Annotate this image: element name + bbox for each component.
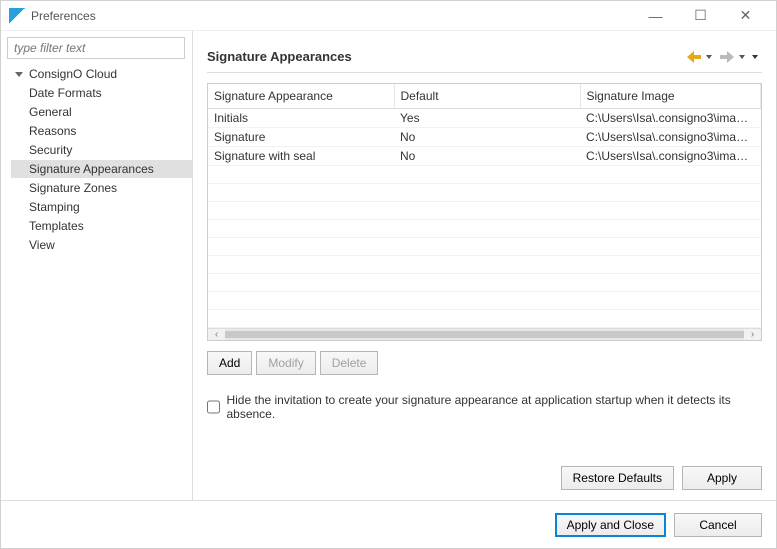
sidebar-item-label: General bbox=[29, 105, 72, 119]
hide-invitation-checkbox[interactable] bbox=[207, 400, 220, 414]
sidebar-item-label: Reasons bbox=[29, 124, 76, 138]
col-header-name[interactable]: Signature Appearance bbox=[208, 84, 394, 108]
back-menu-caret-icon[interactable] bbox=[706, 55, 712, 59]
panel-bottom-buttons: Restore Defaults Apply bbox=[207, 456, 762, 490]
cell-name: Signature bbox=[208, 127, 394, 146]
cancel-button[interactable]: Cancel bbox=[674, 513, 762, 537]
appearances-table: Signature Appearance Default Signature I… bbox=[207, 83, 762, 341]
close-button[interactable]: ✕ bbox=[723, 1, 768, 31]
scroll-thumb[interactable] bbox=[225, 331, 744, 339]
sidebar-item-label: ConsignO Cloud bbox=[29, 67, 117, 81]
sidebar-item-label: Security bbox=[29, 143, 72, 157]
apply-and-close-button[interactable]: Apply and Close bbox=[555, 513, 666, 537]
scroll-track[interactable] bbox=[225, 329, 744, 341]
sidebar-item-view[interactable]: View bbox=[11, 236, 192, 254]
cell-image: C:\Users\Isa\.consigno3\image... bbox=[580, 146, 761, 165]
preferences-sidebar: ConsignO Cloud Date Formats General Reas… bbox=[1, 31, 193, 500]
sidebar-item-label: Date Formats bbox=[29, 86, 102, 100]
delete-button[interactable]: Delete bbox=[320, 351, 379, 375]
table-row[interactable]: Signature with seal No C:\Users\Isa\.con… bbox=[208, 146, 761, 165]
sidebar-item-label: Signature Appearances bbox=[29, 162, 154, 176]
filter-input[interactable] bbox=[7, 37, 185, 59]
app-icon bbox=[9, 8, 25, 24]
add-button[interactable]: Add bbox=[207, 351, 252, 375]
dialog-footer: Apply and Close Cancel bbox=[1, 500, 776, 548]
sidebar-item-label: View bbox=[29, 238, 55, 252]
hide-invitation-row: Hide the invitation to create your signa… bbox=[207, 393, 762, 421]
preferences-tree: ConsignO Cloud Date Formats General Reas… bbox=[7, 65, 192, 494]
sidebar-item-date-formats[interactable]: Date Formats bbox=[11, 84, 192, 102]
cell-default: Yes bbox=[394, 108, 580, 127]
sidebar-item-templates[interactable]: Templates bbox=[11, 217, 192, 235]
back-icon[interactable] bbox=[685, 49, 703, 65]
cell-default: No bbox=[394, 146, 580, 165]
sidebar-item-label: Signature Zones bbox=[29, 181, 117, 195]
scroll-left-icon[interactable]: ‹ bbox=[208, 329, 225, 341]
cell-name: Initials bbox=[208, 108, 394, 127]
sidebar-item-signature-zones[interactable]: Signature Zones bbox=[11, 179, 192, 197]
sidebar-item-security[interactable]: Security bbox=[11, 141, 192, 159]
hide-invitation-label: Hide the invitation to create your signa… bbox=[226, 393, 762, 421]
window-title: Preferences bbox=[31, 9, 96, 23]
panel-header: Signature Appearances bbox=[207, 41, 762, 73]
forward-icon[interactable] bbox=[718, 49, 736, 65]
table-row[interactable]: Initials Yes C:\Users\Isa\.consigno3\ima… bbox=[208, 108, 761, 127]
restore-defaults-button[interactable]: Restore Defaults bbox=[561, 466, 674, 490]
table-buttons: Add Modify Delete bbox=[207, 351, 762, 375]
cell-image: C:\Users\Isa\.consigno3\image... bbox=[580, 127, 761, 146]
apply-button[interactable]: Apply bbox=[682, 466, 762, 490]
view-menu-caret-icon[interactable] bbox=[752, 55, 758, 59]
sidebar-item-label: Templates bbox=[29, 219, 84, 233]
table-header-row: Signature Appearance Default Signature I… bbox=[208, 84, 761, 108]
titlebar: Preferences — ☐ ✕ bbox=[1, 1, 776, 31]
table-row[interactable]: Signature No C:\Users\Isa\.consigno3\ima… bbox=[208, 127, 761, 146]
sidebar-item-label: Stamping bbox=[29, 200, 80, 214]
expand-icon bbox=[15, 72, 23, 77]
forward-menu-caret-icon[interactable] bbox=[739, 55, 745, 59]
modify-button[interactable]: Modify bbox=[256, 351, 315, 375]
scroll-right-icon[interactable]: › bbox=[744, 329, 761, 341]
panel: Signature Appearances Signature Appea bbox=[193, 31, 776, 500]
empty-rows bbox=[208, 166, 761, 328]
sidebar-item-stamping[interactable]: Stamping bbox=[11, 198, 192, 216]
sidebar-item-consigno-cloud[interactable]: ConsignO Cloud bbox=[11, 65, 192, 83]
panel-title: Signature Appearances bbox=[207, 49, 352, 64]
cell-default: No bbox=[394, 127, 580, 146]
sidebar-item-reasons[interactable]: Reasons bbox=[11, 122, 192, 140]
maximize-button[interactable]: ☐ bbox=[678, 1, 723, 31]
sidebar-item-general[interactable]: General bbox=[11, 103, 192, 121]
minimize-button[interactable]: — bbox=[633, 1, 678, 31]
horizontal-scrollbar[interactable]: ‹ › bbox=[208, 328, 761, 341]
cell-name: Signature with seal bbox=[208, 146, 394, 165]
col-header-image[interactable]: Signature Image bbox=[580, 84, 761, 108]
sidebar-item-signature-appearances[interactable]: Signature Appearances bbox=[11, 160, 192, 178]
col-header-default[interactable]: Default bbox=[394, 84, 580, 108]
cell-image: C:\Users\Isa\.consigno3\image... bbox=[580, 108, 761, 127]
